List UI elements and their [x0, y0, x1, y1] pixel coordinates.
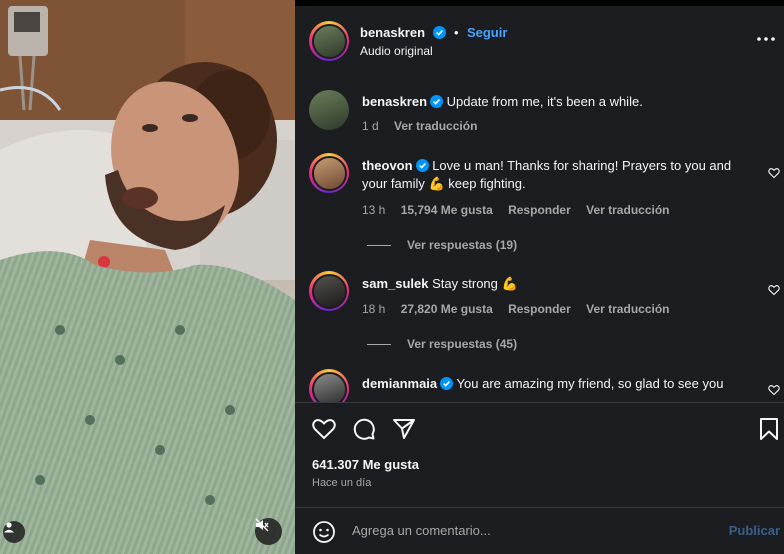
comment-body: You are amazing my friend, so glad to se…: [456, 376, 724, 391]
post-sidebar: benaskren • Seguir Audio original benask…: [295, 0, 784, 554]
reply-button[interactable]: Responder: [508, 203, 571, 217]
comment-username[interactable]: demianmaia: [362, 376, 437, 391]
comment-likes[interactable]: 15,794 Me gusta: [401, 203, 493, 217]
replies-line: [367, 244, 391, 246]
comment-avatar[interactable]: [309, 369, 349, 402]
comment-time[interactable]: 18 h: [362, 302, 385, 316]
bookmark-icon[interactable]: [756, 416, 782, 442]
comment-meta: 13 h 15,794 Me gusta Responder Ver tradu…: [362, 203, 682, 217]
comment-icon[interactable]: [351, 416, 377, 442]
comment-avatar[interactable]: [309, 271, 349, 311]
post-media[interactable]: [0, 0, 295, 554]
comments-list[interactable]: benaskren Update from me, it's been a wh…: [295, 76, 784, 402]
comment-text: demianmaia You are amazing my friend, so…: [362, 375, 757, 393]
comment-text: benaskren Update from me, it's been a wh…: [362, 93, 757, 111]
comment-input[interactable]: Agrega un comentario...: [352, 523, 491, 538]
heart-icon[interactable]: [768, 284, 780, 296]
replies-line: [367, 343, 391, 345]
author-avatar[interactable]: [309, 21, 349, 61]
heart-icon[interactable]: [311, 416, 337, 442]
audio-label[interactable]: Audio original: [360, 44, 433, 58]
reply-button[interactable]: Responder: [508, 302, 571, 316]
view-replies-button[interactable]: Ver respuestas (19): [367, 238, 517, 252]
post-time: Hace un día: [312, 477, 372, 489]
comment-avatar[interactable]: [309, 90, 349, 130]
add-comment-bar: Agrega un comentario... Publicar: [295, 508, 784, 554]
emoji-icon[interactable]: [312, 520, 336, 544]
mute-icon: [255, 518, 269, 532]
comment-meta: 1 d Ver traducción: [362, 119, 489, 133]
comment-text: theovon Love u man! Thanks for sharing! …: [362, 157, 757, 193]
mute-button[interactable]: [255, 518, 282, 545]
view-replies-button[interactable]: Ver respuestas (45): [367, 337, 517, 351]
verified-icon: [440, 377, 454, 390]
comment-body: Stay strong 💪: [432, 276, 518, 291]
translate-link[interactable]: Ver traducción: [394, 119, 477, 133]
comment-time[interactable]: 1 d: [362, 119, 379, 133]
comment-username[interactable]: sam_sulek: [362, 276, 429, 291]
verified-icon: [415, 159, 429, 172]
verified-icon: [432, 26, 446, 39]
post-photo: [0, 0, 295, 554]
separator-dot: •: [453, 25, 459, 40]
comment-meta: 18 h 27,820 Me gusta Responder Ver tradu…: [362, 302, 682, 316]
follow-button[interactable]: Seguir: [467, 25, 507, 40]
translate-link[interactable]: Ver traducción: [586, 203, 669, 217]
more-options-icon[interactable]: [756, 32, 776, 46]
tagged-users-button[interactable]: [3, 521, 25, 543]
share-icon[interactable]: [391, 416, 417, 442]
comment-avatar[interactable]: [309, 153, 349, 193]
comment-text: sam_sulek Stay strong 💪: [362, 275, 757, 293]
heart-icon[interactable]: [768, 384, 780, 396]
author-username[interactable]: benaskren: [360, 25, 425, 40]
verified-icon: [430, 95, 444, 108]
comment-username[interactable]: theovon: [362, 158, 413, 173]
comment-likes[interactable]: 27,820 Me gusta: [401, 302, 493, 316]
post-header: benaskren • Seguir Audio original: [295, 6, 784, 76]
view-replies-label: Ver respuestas (19): [407, 238, 518, 252]
comment-time[interactable]: 13 h: [362, 203, 385, 217]
heart-icon[interactable]: [768, 167, 780, 179]
comment-body: Update from me, it's been a while.: [446, 94, 643, 109]
publish-button[interactable]: Publicar: [729, 523, 780, 538]
user-icon: [4, 522, 14, 533]
like-count[interactable]: 641.307 Me gusta: [312, 457, 419, 472]
view-replies-label: Ver respuestas (45): [407, 337, 518, 351]
translate-link[interactable]: Ver traducción: [586, 302, 669, 316]
comment-username[interactable]: benaskren: [362, 94, 427, 109]
action-bar: [295, 402, 784, 452]
